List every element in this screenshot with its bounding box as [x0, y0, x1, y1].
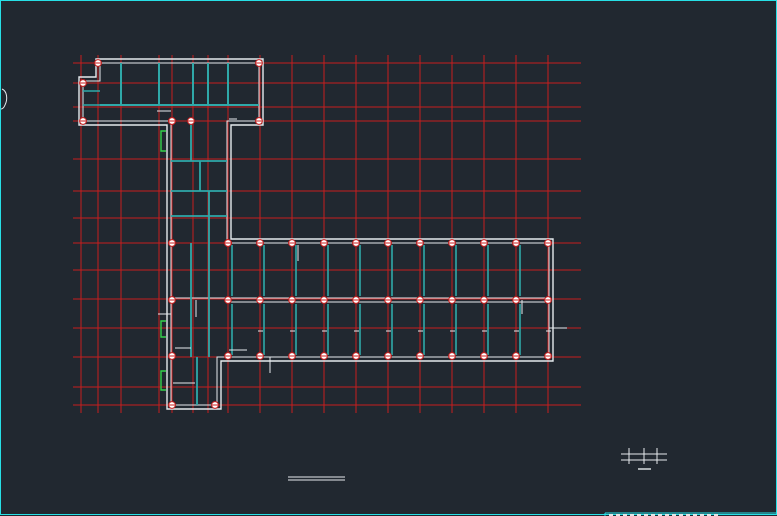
floor-plan-drawing[interactable]: [1, 1, 777, 516]
axis-grid: [73, 55, 581, 413]
section-markers: [160, 130, 166, 391]
cad-viewport[interactable]: [0, 0, 777, 516]
section-marker: [160, 130, 166, 152]
exterior-wall-inner: [82, 62, 550, 406]
section-marker: [160, 320, 166, 338]
structural-columns: [79, 59, 552, 409]
hand-glyph-icon: [1, 88, 8, 110]
room-partitions: [83, 63, 551, 405]
